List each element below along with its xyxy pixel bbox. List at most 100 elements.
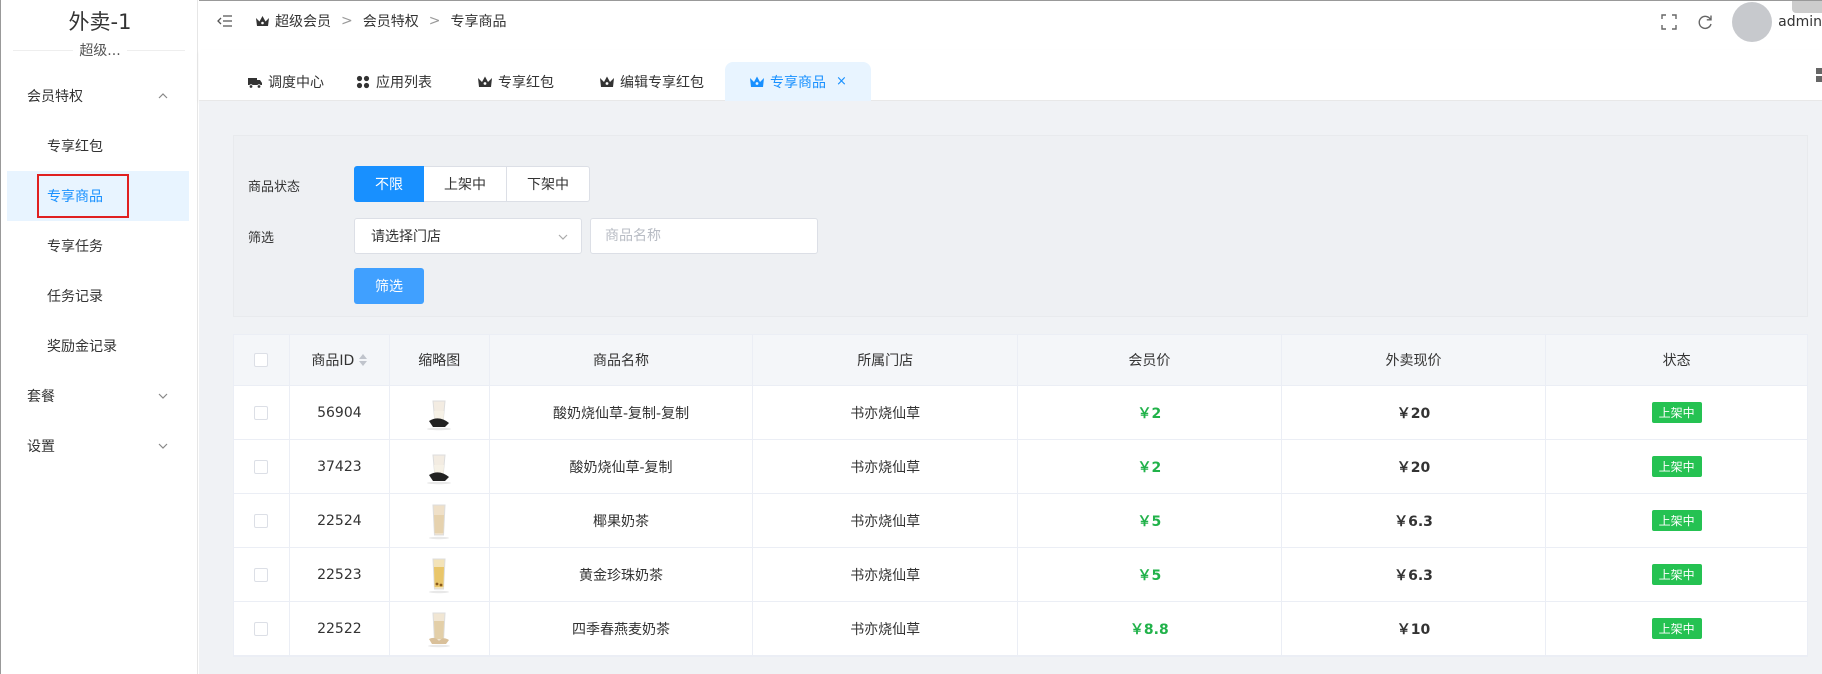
product-name: 四季春燕麦奶茶 [490,602,754,655]
table-row: 22524 椰果奶茶 书亦烧仙草 ￥5 ￥6.3 上架中 [234,494,1807,548]
status-option-on-shelf[interactable]: 上架中 [424,166,507,202]
store-name: 书亦烧仙草 [753,548,1019,601]
sidebar-item-label: 专享任务 [47,239,103,255]
table-row: 56904 酸奶烧仙草-复制-复制 书亦烧仙草 ￥2 ￥20 上架中 [234,386,1807,440]
product-thumbnail[interactable] [421,447,457,487]
status-option-all[interactable]: 不限 [354,166,424,202]
tab-bar: 调度中心 应用列表 专享红包 编辑专享红包 专享商品 × [199,50,1822,101]
product-name: 黄金珍珠奶茶 [490,548,754,601]
header-product-id[interactable]: 商品ID [290,335,390,385]
breadcrumb-separator: > [428,13,441,29]
tab-exclusive-redpack[interactable]: 专享红包 [477,62,554,101]
menu-fold-icon[interactable] [217,13,233,29]
delivery-price: ￥6.3 [1394,567,1433,584]
sidebar-item-label: 奖励金记录 [47,339,117,355]
product-id: 22523 [290,548,390,601]
fullscreen-icon[interactable] [1660,13,1678,31]
breadcrumb-item[interactable]: 会员特权 [363,11,419,31]
row-checkbox[interactable] [254,459,269,474]
row-checkbox[interactable] [254,513,269,528]
sidebar-item-exclusive-tasks[interactable]: 专享任务 [7,221,189,271]
chevron-up-icon [158,93,168,99]
product-thumbnail[interactable] [421,393,457,433]
filter-button[interactable]: 筛选 [354,268,424,304]
apps-icon [356,75,370,88]
header-status: 状态 [1662,353,1691,369]
status-badge: 上架中 [1651,618,1702,639]
tab-app-list[interactable]: 应用列表 [355,62,432,101]
more-icon[interactable] [1814,66,1822,84]
row-checkbox[interactable] [254,621,269,636]
sort-icon[interactable] [359,354,368,366]
app-subtitle: 超级... [1,40,199,60]
crown-icon [750,76,764,87]
top-bar: 超级会员 > 会员特权 > 专享商品 admin [199,0,1822,50]
crown-icon [600,76,614,87]
member-price: ￥2 [1137,405,1162,422]
chevron-down-icon [158,393,168,399]
sidebar-group-member-privileges[interactable]: 会员特权 [1,76,199,116]
chevron-down-icon [558,234,568,240]
status-filter-label: 商品状态 [248,180,301,195]
status-badge: 上架中 [1651,456,1702,477]
tab-dispatch-center[interactable]: 调度中心 [247,62,324,101]
sidebar-group-settings[interactable]: 设置 [1,426,199,466]
header-member-price: 会员价 [1018,335,1282,385]
breadcrumb: 超级会员 > 会员特权 > 专享商品 [255,11,506,31]
member-price: ￥5 [1137,513,1162,530]
product-id: 22522 [290,602,390,655]
product-name: 椰果奶茶 [490,494,754,547]
sidebar-group-label: 设置 [27,439,55,455]
sidebar-group-label: 套餐 [27,389,55,405]
corner-decoration [1792,1,1822,13]
product-id: 37423 [290,440,390,493]
product-thumbnail[interactable] [421,501,457,541]
sidebar-group-packages[interactable]: 套餐 [1,376,199,416]
product-name-input[interactable] [590,218,818,254]
row-checkbox[interactable] [254,567,269,582]
tab-exclusive-goods[interactable]: 专享商品 × [725,62,871,101]
app-title: 外卖-1 [68,10,132,34]
product-thumbnail[interactable] [421,609,457,649]
store-select-value: 请选择门店 [371,229,441,245]
crown-icon [256,15,269,26]
delivery-price: ￥10 [1396,621,1431,638]
tab-edit-exclusive-redpack[interactable]: 编辑专享红包 [599,62,704,101]
store-name: 书亦烧仙草 [753,602,1019,655]
store-name: 书亦烧仙草 [753,440,1019,493]
member-price: ￥2 [1137,459,1162,476]
refresh-icon[interactable] [1696,13,1714,31]
main-content: 商品状态 不限 上架中 下架中 筛选 请选择门店 筛选 商品ID 缩略图 商品名… [199,101,1822,674]
row-checkbox[interactable] [254,405,269,420]
status-option-off-shelf[interactable]: 下架中 [507,166,590,202]
sidebar-item-task-records[interactable]: 任务记录 [7,271,189,321]
avatar[interactable] [1732,2,1773,42]
sidebar: 外卖-1 超级... 会员特权 专享红包 专享商品 专享任务 任务记录 奖励金记… [0,0,198,674]
sidebar-item-bonus-records[interactable]: 奖励金记录 [7,321,189,371]
sidebar-item-exclusive-goods[interactable]: 专享商品 [7,171,189,221]
user-name[interactable]: admin [1778,14,1822,30]
filter-panel: 商品状态 不限 上架中 下架中 筛选 请选择门店 筛选 [233,135,1808,317]
table-header: 商品ID 缩略图 商品名称 所属门店 会员价 外卖现价 状态 [234,335,1807,386]
chevron-down-icon [158,443,168,449]
store-select[interactable]: 请选择门店 [354,218,582,254]
product-name: 酸奶烧仙草-复制-复制 [490,386,754,439]
header-delivery-price: 外卖现价 [1282,335,1547,385]
header-product-name: 商品名称 [490,335,754,385]
delivery-price: ￥20 [1396,459,1431,476]
select-all-checkbox[interactable] [254,353,269,367]
status-badge: 上架中 [1651,564,1702,585]
product-thumbnail[interactable] [421,555,457,595]
sidebar-item-exclusive-redpack[interactable]: 专享红包 [7,121,189,171]
truck-icon [248,77,262,89]
table-row: 22523 黄金珍珠奶茶 书亦烧仙草 ￥5 ￥6.3 上架中 [234,548,1807,602]
products-table: 商品ID 缩略图 商品名称 所属门店 会员价 外卖现价 状态 56904 酸奶烧… [233,334,1808,657]
header-store: 所属门店 [753,335,1019,385]
close-icon[interactable]: × [836,74,847,89]
highlight-box [37,174,129,218]
breadcrumb-item[interactable]: 超级会员 [275,11,331,31]
table-row: 22522 四季春燕麦奶茶 书亦烧仙草 ￥8.8 ￥10 上架中 [234,602,1807,656]
status-segmented-control: 不限 上架中 下架中 [354,166,590,202]
tab-label: 调度中心 [268,74,324,91]
product-name: 酸奶烧仙草-复制 [490,440,754,493]
